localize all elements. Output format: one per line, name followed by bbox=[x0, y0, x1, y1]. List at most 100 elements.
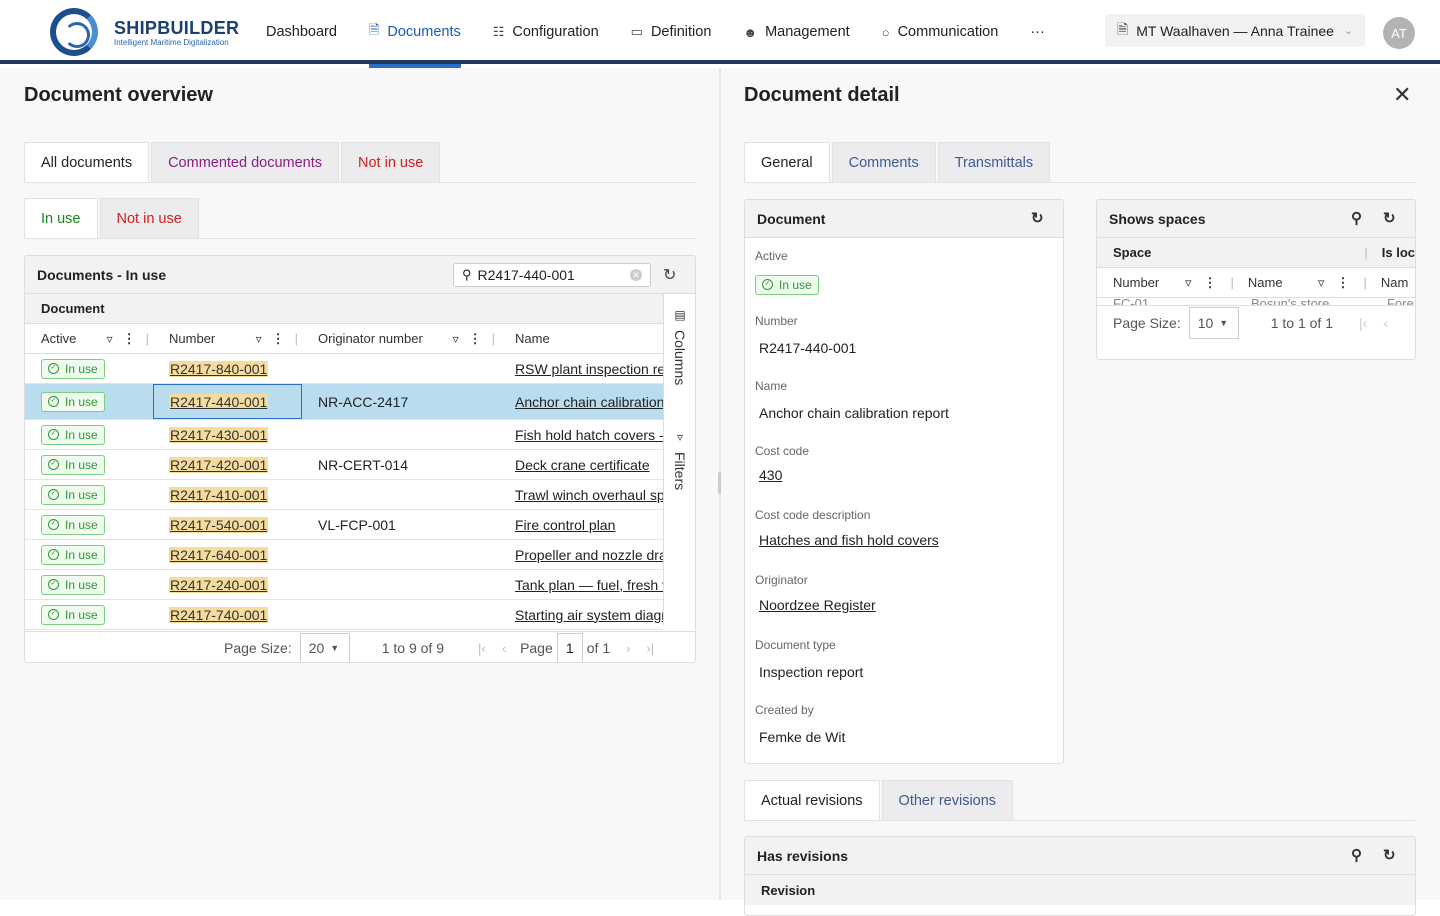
filters-panel-toggle[interactable]: ▿ Filters bbox=[672, 430, 688, 490]
tab-general[interactable]: General bbox=[744, 142, 830, 182]
table-row[interactable]: ✓ In use R2417-540-001 VL-FCP-001 Fire contr… bbox=[25, 510, 663, 540]
document-number-link[interactable]: R2417-410-001 bbox=[169, 486, 269, 503]
document-number-link[interactable]: R2417-430-001 bbox=[169, 426, 269, 443]
prev-page-icon[interactable]: ‹ bbox=[502, 641, 506, 656]
filter-icon[interactable]: ▿ bbox=[107, 332, 113, 346]
nav-dashboard[interactable]: Dashboard bbox=[250, 0, 353, 64]
prev-page-icon[interactable]: ‹ bbox=[1383, 315, 1388, 331]
cost-code-link[interactable]: 430 bbox=[759, 467, 782, 483]
document-name-link[interactable]: Deck crane certificate bbox=[515, 457, 650, 473]
page-size-value: 20 bbox=[308, 640, 325, 656]
document-name-link[interactable]: Tank plan — fuel, fresh v bbox=[515, 577, 663, 593]
tab-commented-documents[interactable]: Commented documents bbox=[151, 142, 340, 182]
document-panel: Document ↻ Active ✓ In use Number R2417-4… bbox=[744, 199, 1064, 764]
document-name-link[interactable]: Starting air system diagr bbox=[515, 607, 663, 623]
filter-icon[interactable]: ▿ bbox=[453, 332, 459, 346]
column-separator[interactable]: | bbox=[1364, 245, 1367, 260]
app-logo[interactable]: SHIPBUILDER Intelligent Maritime Digital… bbox=[50, 8, 240, 56]
column-header-name[interactable]: Name bbox=[499, 324, 663, 353]
first-page-icon[interactable]: |‹ bbox=[1359, 315, 1367, 331]
document-number-link[interactable]: R2417-420-001 bbox=[169, 456, 269, 473]
page-size-select[interactable]: 20 ▼ bbox=[299, 633, 350, 662]
tab-actual-revisions[interactable]: Actual revisions bbox=[744, 780, 880, 820]
table-row[interactable]: ✓ In use R2417-410-001 Trawl winch overhaul… bbox=[25, 480, 663, 510]
tab-other-revisions[interactable]: Other revisions bbox=[881, 780, 1014, 820]
nav-definition[interactable]: ▭ Definition bbox=[615, 0, 728, 64]
table-row[interactable]: ✓ In use R2417-440-001 NR-ACC-2417 Anchor ch… bbox=[25, 384, 663, 420]
document-name-link[interactable]: Trawl winch overhaul sp bbox=[515, 487, 663, 503]
close-icon[interactable]: ✕ bbox=[1393, 82, 1411, 108]
refresh-icon[interactable]: ↻ bbox=[1383, 209, 1396, 227]
table-row[interactable]: ✓ In use R2417-420-001 NR-CERT-014 Deck cran… bbox=[25, 450, 663, 480]
column-separator[interactable]: | bbox=[1363, 275, 1366, 290]
table-row[interactable]: ✓ In use R2417-430-001 Fish hold hatch cove… bbox=[25, 420, 663, 450]
nav-communication[interactable]: ○ Communication bbox=[866, 0, 1015, 64]
filter-icon[interactable]: ▿ bbox=[256, 332, 262, 346]
table-row[interactable]: ✓ In use R2417-740-001 Starting air system … bbox=[25, 600, 663, 630]
document-number-link[interactable]: R2417-740-001 bbox=[169, 606, 269, 623]
page-size-select[interactable]: 10 ▼ bbox=[1188, 306, 1239, 339]
first-page-icon[interactable]: |‹ bbox=[478, 641, 486, 656]
document-number-link[interactable]: R2417-540-001 bbox=[169, 516, 269, 533]
refresh-icon[interactable]: ↻ bbox=[1383, 846, 1396, 864]
column-separator[interactable]: | bbox=[492, 331, 495, 346]
columns-panel-toggle[interactable]: ▤ Columns bbox=[672, 308, 688, 385]
search-icon[interactable]: ⚲ bbox=[1351, 209, 1362, 227]
status-text: In use bbox=[65, 427, 98, 442]
filter-icon[interactable]: ▿ bbox=[1185, 275, 1192, 291]
search-input[interactable]: ⚲ R2417-440-001 ✕ bbox=[453, 263, 651, 287]
document-number-link[interactable]: R2417-840-001 bbox=[169, 360, 269, 377]
document-number-link[interactable]: R2417-240-001 bbox=[169, 576, 269, 593]
column-menu-icon[interactable]: ⋮ bbox=[1204, 275, 1217, 291]
ship-selector[interactable]: 🗎 MT Waalhaven — Anna Trainee ⌄ bbox=[1105, 14, 1365, 47]
column-separator[interactable]: | bbox=[295, 331, 298, 346]
clear-search-icon[interactable]: ✕ bbox=[630, 269, 642, 281]
table-row[interactable]: ✓ In use R2417-640-001 Propeller and nozzle… bbox=[25, 540, 663, 570]
refresh-icon[interactable]: ↻ bbox=[1031, 209, 1044, 227]
search-icon[interactable]: ⚲ bbox=[1351, 846, 1362, 864]
cell-name: Fish hold hatch covers - bbox=[499, 420, 663, 449]
cost-code-description-link[interactable]: Hatches and fish hold covers bbox=[759, 532, 939, 548]
column-header-originator-number[interactable]: Originator number ▿ ⋮ | bbox=[302, 324, 499, 353]
next-page-icon[interactable]: › bbox=[626, 641, 630, 656]
last-page-icon[interactable]: ›| bbox=[646, 641, 654, 656]
cell-number: R2417-420-001 bbox=[153, 450, 302, 479]
document-name-link[interactable]: Fish hold hatch covers - bbox=[515, 427, 663, 443]
column-menu-icon[interactable]: ⋮ bbox=[123, 331, 136, 347]
check-circle-icon: ✓ bbox=[48, 396, 59, 407]
column-menu-icon[interactable]: ⋮ bbox=[469, 331, 482, 347]
tab-comments[interactable]: Comments bbox=[831, 142, 936, 182]
originator-link[interactable]: Noordzee Register bbox=[759, 597, 876, 613]
document-number-link[interactable]: R2417-440-001 bbox=[169, 393, 269, 410]
document-name-link[interactable]: Anchor chain calibration bbox=[515, 394, 663, 410]
nav-documents[interactable]: 🗎 Documents bbox=[353, 0, 477, 68]
page-number-input[interactable]: 1 bbox=[556, 633, 583, 662]
document-name-link[interactable]: Propeller and nozzle dra bbox=[515, 547, 663, 563]
filter-icon[interactable]: ▿ bbox=[1318, 275, 1325, 291]
tab-not-in-use[interactable]: Not in use bbox=[341, 142, 441, 182]
field-value-document-type: Inspection report bbox=[759, 664, 864, 680]
column-menu-icon[interactable]: ⋮ bbox=[272, 331, 285, 347]
document-name-link[interactable]: Fire control plan bbox=[515, 517, 615, 533]
document-number-link[interactable]: R2417-640-001 bbox=[169, 546, 269, 563]
avatar[interactable]: AT bbox=[1383, 17, 1415, 49]
nav-configuration[interactable]: ☷ Configuration bbox=[477, 0, 615, 64]
cell-originator-number: NR-ACC-2417 bbox=[318, 393, 409, 410]
column-header-number[interactable]: Number ▿ ⋮ | bbox=[153, 324, 302, 353]
column-menu-icon[interactable]: ⋮ bbox=[1336, 275, 1349, 291]
table-row[interactable]: FC-01 Bosun's store Fore bbox=[1097, 298, 1415, 306]
refresh-icon[interactable]: ↻ bbox=[663, 265, 676, 285]
table-row[interactable]: ✓ In use R2417-840-001 RSW plant inspection… bbox=[25, 354, 663, 384]
nav-management[interactable]: ☻ Management bbox=[727, 0, 865, 64]
table-row[interactable]: ✓ In use R2417-240-001 Tank plan — fuel, fr… bbox=[25, 570, 663, 600]
nav-more-button[interactable]: ··· bbox=[1014, 0, 1061, 64]
page-title: Document overview bbox=[24, 84, 213, 106]
document-name-link[interactable]: RSW plant inspection re bbox=[515, 361, 663, 377]
subtab-not-in-use[interactable]: Not in use bbox=[99, 198, 199, 238]
column-header-active[interactable]: Active ▿ ⋮ | bbox=[25, 324, 153, 353]
column-separator[interactable]: | bbox=[1231, 275, 1234, 290]
tab-all-documents[interactable]: All documents bbox=[24, 142, 150, 182]
tab-transmittals[interactable]: Transmittals bbox=[937, 142, 1051, 182]
subtab-in-use[interactable]: In use bbox=[24, 198, 98, 238]
column-separator[interactable]: | bbox=[146, 331, 149, 346]
